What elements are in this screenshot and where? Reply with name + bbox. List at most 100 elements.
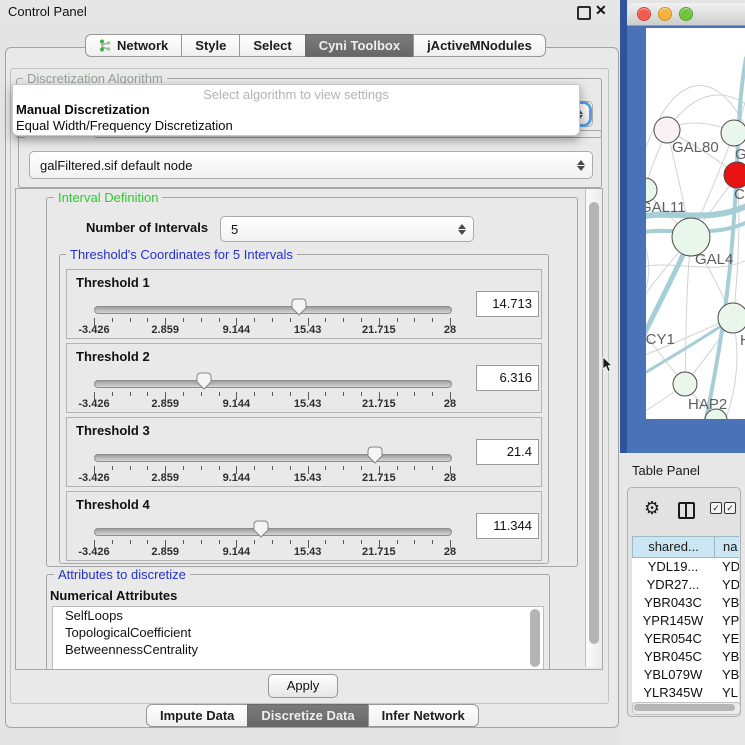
attribute-list-scrollbar[interactable] <box>530 609 540 667</box>
slider-tick-label: 21.715 <box>362 324 396 336</box>
network-thick-edge[interactable] <box>706 58 745 419</box>
scrollbar-thumb[interactable] <box>634 704 735 711</box>
network-node-label: GAL11 <box>646 199 686 216</box>
table-horizontal-scrollbar[interactable] <box>632 702 741 715</box>
slider-tick <box>219 466 220 470</box>
number-of-intervals-combobox[interactable]: 5 <box>220 216 474 242</box>
tab-select[interactable]: Select <box>239 34 305 57</box>
slider-tick-label: 9.144 <box>223 472 251 484</box>
combo-stepper-icon[interactable] <box>574 160 588 171</box>
tab-cyni-toolbox[interactable]: Cyni Toolbox <box>305 34 414 57</box>
slider-tick <box>325 540 326 544</box>
attribute-list-item[interactable]: SelfLoops <box>53 607 543 624</box>
checkbox-icon[interactable]: ✓ <box>710 502 722 514</box>
network-canvas[interactable]: GAL80GALCGAL11GAL4GCY1HHAP2 <box>646 28 745 419</box>
table-row[interactable]: YBR045CYBR0 <box>632 648 739 666</box>
slider-tick <box>254 540 255 544</box>
threshold-slider-knob[interactable] <box>367 446 383 464</box>
slider-tick <box>201 540 202 544</box>
threshold-value-field[interactable]: 14.713 <box>476 291 539 317</box>
threshold-value-field[interactable]: 6.316 <box>476 365 539 391</box>
slider-tick <box>325 392 326 396</box>
scrollbar-thumb[interactable] <box>589 202 599 644</box>
tab-label: Cyni Toolbox <box>319 38 400 53</box>
table-row[interactable]: YPR145WYPR1 <box>632 612 739 630</box>
table-header-cell[interactable]: na <box>715 536 739 558</box>
threshold-slider-knob[interactable] <box>196 372 212 390</box>
slider-tick <box>147 540 148 544</box>
table-row[interactable]: YDR27...YDR2 <box>632 576 739 594</box>
settings-scroll-area: Interval Definition Number of Intervals … <box>15 188 603 670</box>
table-row[interactable]: YBR043CYBR0 <box>632 594 739 612</box>
slider-tick <box>361 540 362 544</box>
table-cell: YDR2 <box>714 576 739 594</box>
algorithm-placeholder-option[interactable]: Select algorithm to view settings <box>13 87 579 102</box>
slider-tick-label: 21.715 <box>362 546 396 558</box>
apply-button[interactable]: Apply <box>268 674 338 698</box>
tab-impute-data[interactable]: Impute Data <box>146 704 248 727</box>
table-row[interactable]: YDL19...YDL1 <box>632 558 739 576</box>
threshold-slider-track[interactable] <box>94 306 452 314</box>
checkbox-icon[interactable]: ✓ <box>724 502 736 514</box>
zoom-traffic-light-icon[interactable] <box>679 7 693 21</box>
slider-tick-label: -3.426 <box>78 398 109 410</box>
tab-style[interactable]: Style <box>181 34 240 57</box>
network-node[interactable] <box>718 303 745 333</box>
threshold-value-field[interactable]: 21.4 <box>476 439 539 465</box>
close-traffic-light-icon[interactable] <box>637 7 651 21</box>
float-window-icon[interactable] <box>577 6 591 20</box>
interval-definition-title: Interval Definition <box>54 190 162 205</box>
table-body: YDL19...YDL1YDR27...YDR2YBR043CYBR0YPR14… <box>632 558 739 702</box>
attribute-list-item[interactable]: TopologicalCoefficient <box>53 624 543 641</box>
column-view-icon[interactable] <box>678 502 695 519</box>
tab-network[interactable]: Network <box>85 34 182 57</box>
threshold-slider-track[interactable] <box>94 528 452 536</box>
algorithm-option[interactable]: Manual Discretization <box>16 102 150 117</box>
table-cell: YLR3 <box>714 684 739 702</box>
slider-tick <box>290 392 291 396</box>
network-node[interactable] <box>724 162 745 188</box>
slider-tick-label: -3.426 <box>78 324 109 336</box>
network-node-label: GAL80 <box>672 139 719 156</box>
attribute-list-item[interactable]: BetweennessCentrality <box>53 641 543 658</box>
threshold-slider-knob[interactable] <box>253 520 269 538</box>
minimize-traffic-light-icon[interactable] <box>658 7 672 21</box>
network-view-window: GAL80GALCGAL11GAL4GCY1HHAP2 <box>627 3 745 453</box>
slider-tick <box>361 318 362 322</box>
slider-tick-label: 15.43 <box>294 546 322 558</box>
gear-icon[interactable]: ⚙ <box>644 499 660 517</box>
slider-tick <box>112 466 113 470</box>
slider-tick <box>219 540 220 544</box>
tab-infer-network[interactable]: Infer Network <box>368 704 479 727</box>
slider-tick <box>147 392 148 396</box>
slider-tick-label: 28 <box>444 324 456 336</box>
threshold-slider-knob[interactable] <box>291 298 307 316</box>
network-graph: GAL80GALCGAL11GAL4GCY1HHAP2 <box>646 28 745 419</box>
slider-tick <box>272 392 273 396</box>
table-row[interactable]: YER054CYER0 <box>632 630 739 648</box>
table-panel-title: Table Panel <box>632 463 700 478</box>
combo-stepper-icon[interactable] <box>455 224 469 235</box>
numerical-attributes-list[interactable]: SelfLoopsTopologicalCoefficientBetweenne… <box>52 606 544 670</box>
threshold-slider-track[interactable] <box>94 454 452 462</box>
tab-discretize-data[interactable]: Discretize Data <box>247 704 368 727</box>
algorithm-option[interactable]: Equal Width/Frequency Discretization <box>16 118 233 133</box>
table-row[interactable]: YLR345WYLR3 <box>632 684 739 702</box>
network-node[interactable] <box>721 120 745 146</box>
threshold-value-field[interactable]: 11.344 <box>476 513 539 539</box>
settings-vertical-scrollbar[interactable] <box>585 189 602 667</box>
table-data-combobox[interactable]: galFiltered.sif default node <box>29 151 593 179</box>
tab-jactivemnodules[interactable]: jActiveMNodules <box>413 34 546 57</box>
network-node[interactable] <box>673 372 697 396</box>
close-icon[interactable]: ✕ <box>595 2 607 19</box>
network-edge[interactable] <box>646 228 649 317</box>
table-row[interactable]: YBL079WYBL0 <box>632 666 739 684</box>
control-panel-titlebar <box>0 0 620 22</box>
network-edge[interactable] <box>685 237 691 384</box>
slider-tick <box>290 318 291 322</box>
threshold-slider-track[interactable] <box>94 380 452 388</box>
table-header-cell[interactable]: shared... <box>632 536 715 558</box>
attributes-group-title: Attributes to discretize <box>54 567 190 582</box>
slider-tick-label: 2.859 <box>151 546 179 558</box>
table-data-combobox-value: galFiltered.sif default node <box>30 158 574 173</box>
